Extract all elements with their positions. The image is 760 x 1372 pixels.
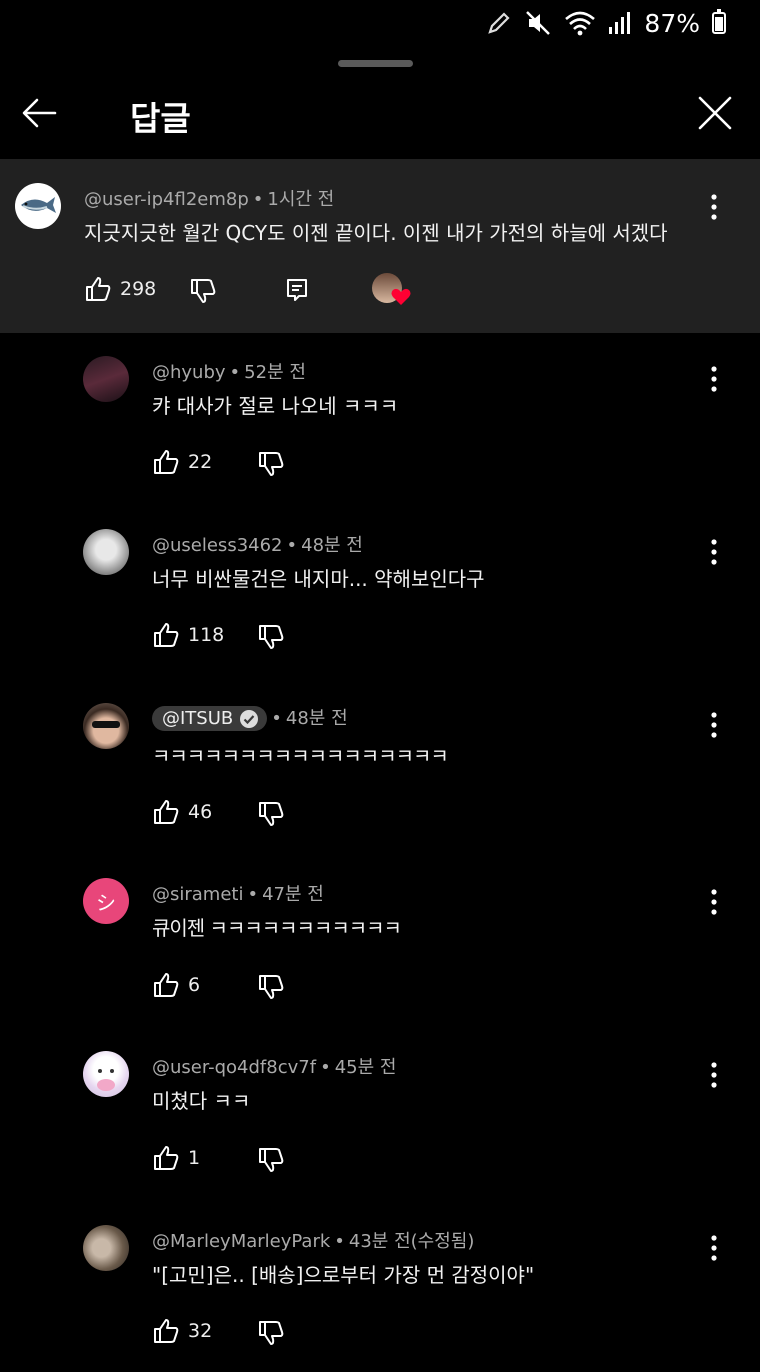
avatar[interactable] [83,1051,129,1097]
more-options-icon[interactable] [706,193,722,221]
comment-meta: @user-ip4fl2em8p • 1시간 전 [84,189,335,210]
thumbs-down-icon[interactable] [257,450,285,478]
comment-text: ㅋㅋㅋㅋㅋㅋㅋㅋㅋㅋㅋㅋㅋㅋㅋㅋㅋ [152,744,449,768]
avatar[interactable]: シ [83,878,129,924]
avatar[interactable] [15,183,61,229]
avatar[interactable] [83,529,129,575]
back-arrow-icon[interactable] [20,94,58,132]
comment-meta: @user-qo4df8cv7f • 45분 전 [152,1057,397,1078]
like-count: 22 [188,451,213,473]
more-options-icon[interactable] [706,365,722,393]
comment-text: 큐이젠 ㅋㅋㅋㅋㅋㅋㅋㅋㅋㅋㅋ [152,916,402,940]
comment-time: 45분 전 [334,1057,397,1078]
more-options-icon[interactable] [706,888,722,916]
comment-author[interactable]: @user-ip4fl2em8p [84,189,249,210]
reply-comment-icon[interactable] [285,277,309,303]
status-bar: 87% [0,0,760,46]
comment-text: 캬 대사가 절로 나오네 ㅋㅋㅋ [152,394,399,418]
like-button[interactable]: 22 [152,448,212,476]
sheet-drag-handle[interactable] [338,60,413,67]
like-button[interactable]: 118 [152,621,224,649]
wifi-icon [565,11,596,36]
comment-author[interactable]: @sirameti [152,884,243,905]
comment-text: 미쳤다 ㅋㅋ [152,1089,251,1113]
screen: 87% 답글 @user-ip4fl2em8p • 1시간 전 지긋지긋한 월간 Q… [0,0,760,1372]
comment-time: 1시간 전 [267,189,335,210]
heart-icon [391,288,411,305]
avatar[interactable] [83,356,129,402]
creator-heart-avatar [372,273,411,305]
thumbs-up-icon [154,973,179,997]
more-options-icon[interactable] [706,538,722,566]
like-count: 118 [188,624,225,646]
like-count: 6 [188,974,201,996]
comment-text: 지긋지긋한 월간 QCY도 이젠 끝이다. 이젠 내가 가전의 하늘에 서겠다 [84,221,668,245]
comment-author: @ITSUB [162,708,234,729]
comment-time: 47분 전 [262,884,324,905]
thumbs-down-icon[interactable] [257,973,285,1001]
battery-icon [712,9,726,34]
like-button[interactable]: 6 [152,971,200,999]
comment-meta: @hyuby • 52분 전 [152,362,306,383]
like-button[interactable]: 1 [152,1144,200,1172]
like-count: 46 [188,801,213,823]
like-count: 1 [188,1147,201,1169]
page-title: 답글 [130,99,191,138]
like-count: 32 [188,1320,213,1342]
thumbs-down-icon[interactable] [257,623,285,651]
avatar[interactable] [83,703,129,749]
parent-comment: @user-ip4fl2em8p • 1시간 전 지긋지긋한 월간 QCY도 이젠 … [0,159,760,333]
more-options-icon[interactable] [706,1061,722,1089]
avatar[interactable] [83,1225,129,1271]
comment-meta: @ITSUB • 48분 전 [152,704,348,731]
more-options-icon[interactable] [706,711,722,739]
ghost-icon [97,1069,115,1091]
thumbs-down-icon[interactable] [257,800,285,828]
creator-badge[interactable]: @ITSUB [152,706,268,731]
thumbs-down-icon[interactable] [257,1319,285,1347]
thumbs-up-icon [154,800,179,824]
comment-time: 43분 전(수정됨) [348,1231,475,1252]
thumbs-up-icon [154,1146,179,1170]
mute-icon [526,11,551,35]
comment-text: 너무 비싼물건은 내지마... 약해보인다구 [152,567,485,591]
comment-meta: @sirameti • 47분 전 [152,884,324,905]
comment-meta: @useless3462 • 48분 전 [152,535,363,556]
fish-icon [21,197,56,213]
thumbs-down-icon[interactable] [257,1146,285,1174]
battery-percentage: 87% [644,8,700,38]
comment-author[interactable]: @user-qo4df8cv7f [152,1057,316,1078]
comment-time: 48분 전 [301,535,363,556]
like-count: 298 [120,278,157,300]
comment-meta: @MarleyMarleyPark • 43분 전(수정됨) [152,1231,475,1252]
comment-text: "[고민]은.. [배송]으로부터 가장 먼 감정이야" [152,1263,535,1287]
comment-time: 52분 전 [244,362,306,383]
sunglasses-icon [92,721,120,728]
thumbs-up-icon [86,277,111,301]
thumbs-up-icon [154,1319,179,1343]
comment-author[interactable]: @useless3462 [152,535,283,556]
like-button[interactable]: 32 [152,1317,212,1345]
like-button[interactable]: 298 [84,275,156,303]
verified-check-icon [240,709,259,728]
comment-author[interactable]: @hyuby [152,362,226,383]
header: 답글 [0,82,760,144]
pen-icon [488,12,510,34]
comment-author[interactable]: @MarleyMarleyPark [152,1231,330,1252]
like-button[interactable]: 46 [152,798,212,826]
signal-icon [609,12,631,34]
thumbs-down-icon[interactable] [189,277,217,305]
more-options-icon[interactable] [706,1234,722,1262]
thumbs-up-icon [154,450,179,474]
close-icon[interactable] [697,95,733,131]
comment-time: 48분 전 [285,708,348,729]
thumbs-up-icon [154,623,179,647]
